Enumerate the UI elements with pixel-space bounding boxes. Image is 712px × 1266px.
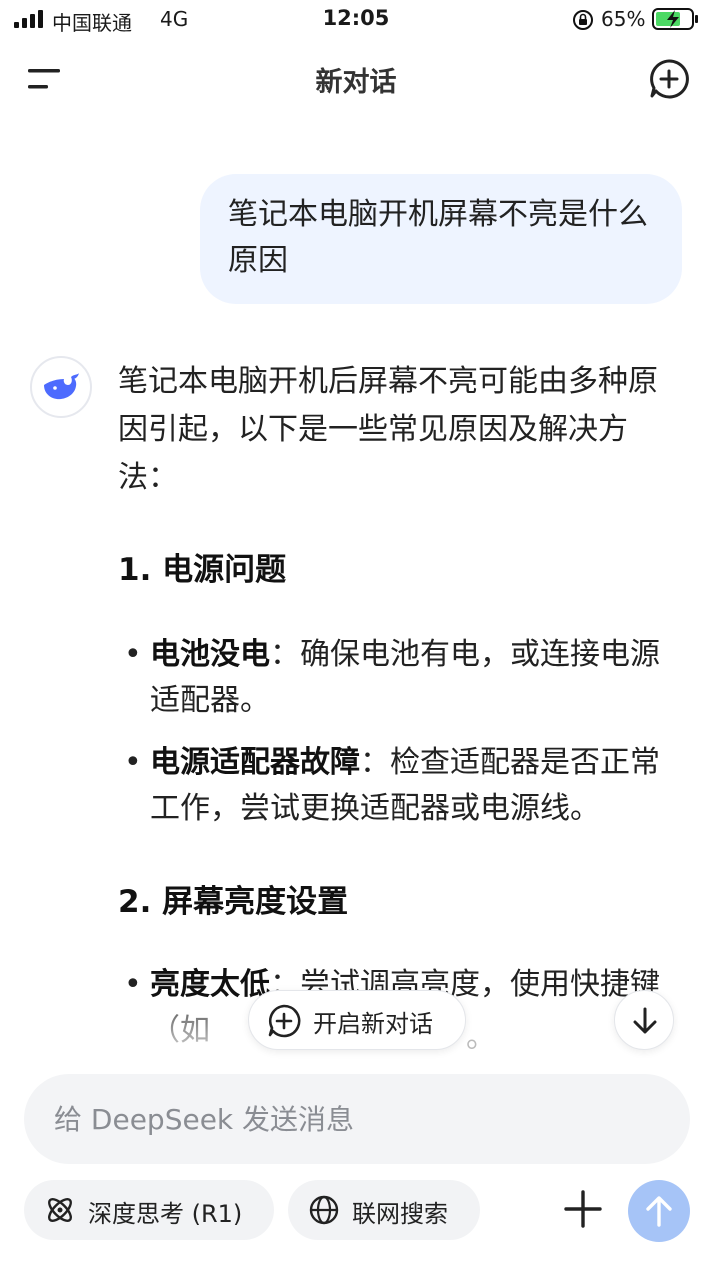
send-button[interactable]	[628, 1180, 690, 1242]
status-bar: 中国联通 4G 12:05 65%	[0, 0, 712, 40]
new-chat-label: 开启新对话	[313, 1010, 433, 1038]
section-heading: 2. 屏幕亮度设置	[118, 884, 349, 920]
nav-bar: 新对话	[0, 48, 712, 112]
message-input[interactable]	[24, 1074, 690, 1164]
new-chat-icon[interactable]	[648, 58, 690, 100]
web-search-button[interactable]: 联网搜索	[288, 1180, 480, 1240]
bullet-title: 电源适配器故障	[150, 745, 360, 780]
list-item: • 电源适配器故障：检查适配器是否正常工作，尝试更换适配器或电源线。	[124, 745, 660, 826]
page-title: 新对话	[315, 67, 397, 98]
battery-charging-icon	[652, 8, 698, 30]
assistant-intro: 笔记本电脑开机后屏幕不亮可能由多种原因引起，以下是一些常见原因及解决方法：	[118, 364, 658, 495]
globe-icon	[309, 1195, 339, 1225]
deepseek-whale-icon	[44, 373, 79, 400]
scroll-to-bottom-button[interactable]	[614, 990, 674, 1050]
web-search-label: 联网搜索	[352, 1200, 448, 1228]
new-chat-icon	[268, 1004, 301, 1038]
bullet-title: 电池没电	[150, 637, 270, 672]
arrow-up-icon	[646, 1196, 672, 1227]
deep-think-label: 深度思考 (R1)	[88, 1200, 243, 1228]
partial-text-tail: 。	[466, 1020, 496, 1055]
attach-plus-icon[interactable]	[560, 1186, 606, 1232]
deepseek-avatar	[30, 356, 92, 418]
battery-percent: 65%	[601, 7, 646, 31]
orientation-lock-icon	[573, 10, 593, 30]
arrow-down-icon	[633, 1007, 657, 1034]
new-chat-floating-button[interactable]: 开启新对话	[248, 990, 466, 1050]
deep-think-button[interactable]: 深度思考 (R1)	[24, 1180, 274, 1240]
bullet-title: 亮度太低	[150, 967, 270, 1002]
list-item: • 电池没电：确保电池有电，或连接电源适配器。	[124, 637, 660, 718]
user-message-bubble: 笔记本电脑开机屏幕不亮是什么原因	[200, 174, 682, 304]
section-heading: 1. 电源问题	[118, 552, 287, 588]
atom-icon	[48, 1198, 72, 1222]
